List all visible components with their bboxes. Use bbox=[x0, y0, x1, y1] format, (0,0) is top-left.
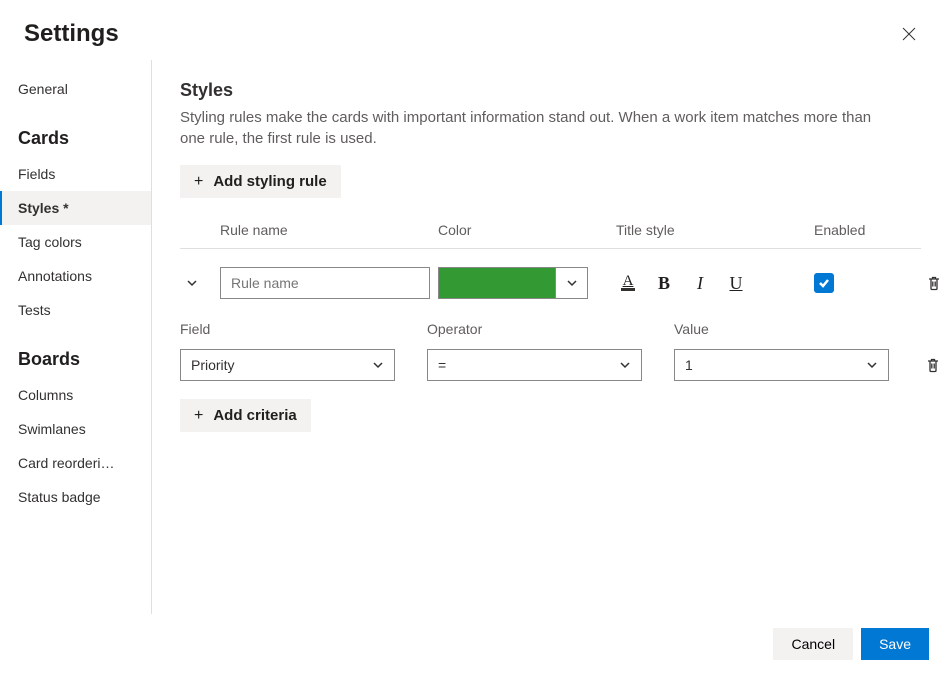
rule-row: A B I U bbox=[180, 249, 921, 317]
italic-button[interactable]: I bbox=[688, 271, 712, 295]
color-dropdown-button[interactable] bbox=[555, 268, 587, 298]
close-icon bbox=[902, 27, 916, 41]
sidebar: General Cards Fields Styles * Tag colors… bbox=[0, 60, 152, 614]
col-field: Field bbox=[180, 321, 395, 337]
main-panel: Styles Styling rules make the cards with… bbox=[152, 60, 949, 614]
section-title: Styles bbox=[180, 80, 921, 101]
chevron-down-icon bbox=[866, 359, 878, 371]
col-value: Value bbox=[674, 321, 889, 337]
sidebar-item-columns[interactable]: Columns bbox=[0, 378, 151, 412]
plus-icon: + bbox=[194, 408, 203, 424]
sidebar-group-boards: Boards bbox=[0, 327, 151, 378]
chevron-down-icon bbox=[619, 359, 631, 371]
col-enabled: Enabled bbox=[814, 222, 914, 238]
underline-button[interactable]: U bbox=[724, 271, 748, 295]
bold-button[interactable]: B bbox=[652, 271, 676, 295]
chevron-down-icon bbox=[186, 277, 198, 289]
close-button[interactable] bbox=[893, 18, 925, 50]
operator-select[interactable]: = bbox=[427, 349, 642, 381]
font-color-icon: A bbox=[621, 275, 635, 292]
plus-icon: + bbox=[194, 174, 203, 190]
operator-select-value: = bbox=[438, 357, 446, 373]
expand-rule-button[interactable] bbox=[180, 271, 204, 295]
sidebar-item-tests[interactable]: Tests bbox=[0, 293, 151, 327]
add-criteria-label: Add criteria bbox=[213, 407, 296, 424]
rule-name-input[interactable] bbox=[220, 267, 430, 299]
trash-icon bbox=[926, 275, 942, 291]
field-select[interactable]: Priority bbox=[180, 349, 395, 381]
col-title-style: Title style bbox=[616, 222, 806, 238]
criteria-row: Priority = 1 bbox=[180, 349, 921, 399]
sidebar-item-styles[interactable]: Styles * bbox=[0, 191, 151, 225]
sidebar-group-cards: Cards bbox=[0, 106, 151, 157]
title-style-group: A B I U bbox=[616, 271, 806, 295]
chevron-down-icon bbox=[566, 277, 578, 289]
trash-icon bbox=[925, 357, 941, 373]
add-styling-rule-button[interactable]: + Add styling rule bbox=[180, 165, 341, 198]
delete-criteria-button[interactable] bbox=[921, 353, 945, 377]
sidebar-item-status-badge[interactable]: Status badge bbox=[0, 480, 151, 514]
check-icon bbox=[818, 277, 830, 289]
sidebar-item-annotations[interactable]: Annotations bbox=[0, 259, 151, 293]
field-select-value: Priority bbox=[191, 357, 235, 373]
value-select[interactable]: 1 bbox=[674, 349, 889, 381]
col-operator: Operator bbox=[427, 321, 642, 337]
sidebar-item-general[interactable]: General bbox=[0, 72, 151, 106]
add-criteria-button[interactable]: + Add criteria bbox=[180, 399, 311, 432]
sidebar-item-fields[interactable]: Fields bbox=[0, 157, 151, 191]
font-color-button[interactable]: A bbox=[616, 271, 640, 295]
delete-rule-button[interactable] bbox=[922, 271, 946, 295]
section-description: Styling rules make the cards with import… bbox=[180, 107, 900, 149]
color-swatch bbox=[439, 268, 555, 298]
enabled-checkbox[interactable] bbox=[814, 273, 834, 293]
dialog-title: Settings bbox=[24, 20, 119, 48]
chevron-down-icon bbox=[372, 359, 384, 371]
sidebar-item-swimlanes[interactable]: Swimlanes bbox=[0, 412, 151, 446]
add-styling-rule-label: Add styling rule bbox=[213, 173, 326, 190]
sidebar-item-tag-colors[interactable]: Tag colors bbox=[0, 225, 151, 259]
save-button[interactable]: Save bbox=[861, 628, 929, 660]
col-color: Color bbox=[438, 222, 608, 238]
color-picker[interactable] bbox=[438, 267, 588, 299]
cancel-button[interactable]: Cancel bbox=[773, 628, 853, 660]
sidebar-item-card-reordering[interactable]: Card reorderi… bbox=[0, 446, 151, 480]
value-select-value: 1 bbox=[685, 357, 693, 373]
col-rule-name: Rule name bbox=[220, 222, 430, 238]
